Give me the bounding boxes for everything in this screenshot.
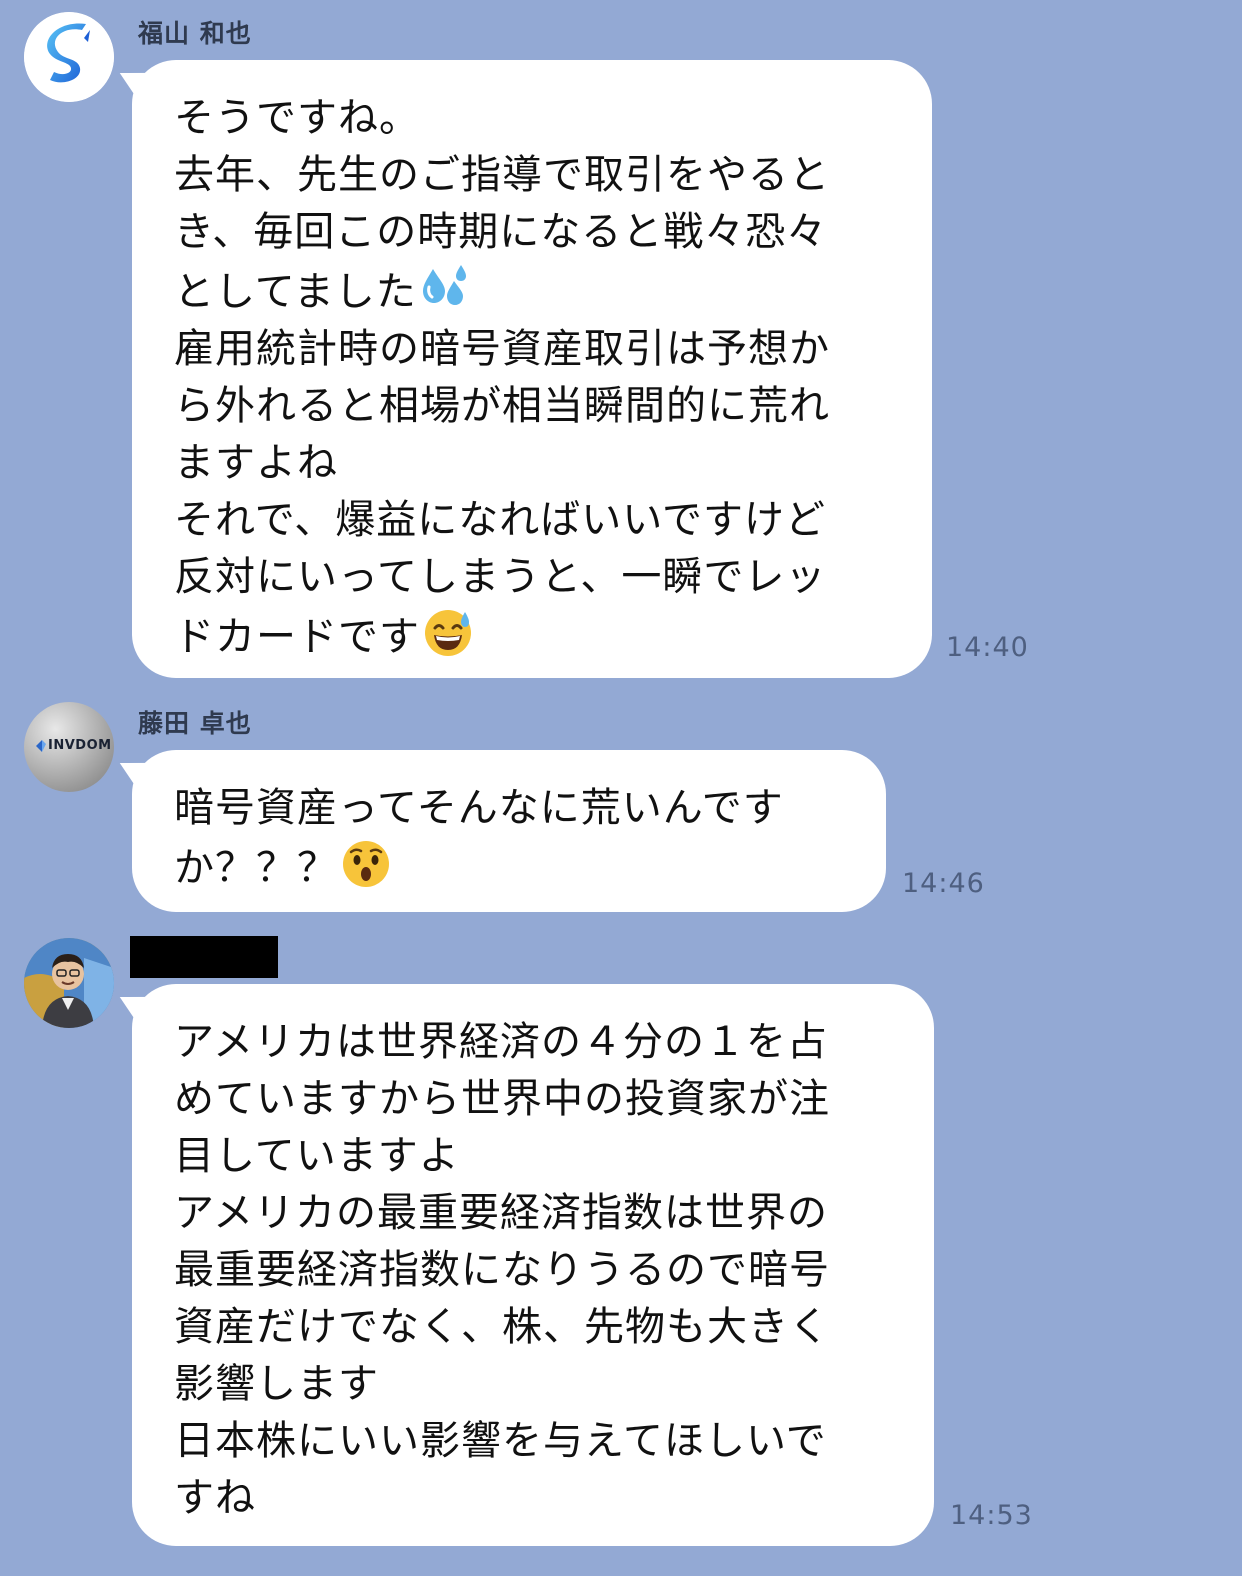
message-line: 目していますよ bbox=[174, 1133, 460, 1179]
avatar[interactable] bbox=[24, 938, 114, 1028]
message-line: 資産だけでなく、株、先物も大きく bbox=[174, 1304, 830, 1350]
avatar[interactable] bbox=[24, 12, 114, 102]
message-line: それで、爆益になればいいですけど bbox=[174, 497, 826, 543]
person-photo-icon bbox=[24, 938, 114, 1028]
message-timestamp: 14:46 bbox=[902, 868, 985, 899]
grinning-sweat-face-icon bbox=[425, 610, 471, 656]
message-line: ますよね bbox=[174, 440, 338, 486]
message-line: アメリカの最重要経済指数は世界の bbox=[174, 1190, 828, 1236]
message-line: き、毎回この時期になると戦々恐々 bbox=[174, 209, 828, 255]
message-line: 影響します bbox=[174, 1361, 379, 1407]
sender-name: 藤田 卓也 bbox=[138, 709, 252, 738]
message-line: 暗号資産ってそんなに荒いんです bbox=[174, 785, 784, 831]
sender-name: 福山 和也 bbox=[138, 19, 252, 48]
hushed-face-icon bbox=[343, 841, 389, 887]
message-bubble[interactable]: 暗号資産ってそんなに荒いんです か？？？ bbox=[112, 748, 886, 912]
message-line: 反対にいってしまうと、一瞬でレッ bbox=[174, 554, 827, 600]
message-line: めていますから世界中の投資家が注 bbox=[174, 1076, 830, 1122]
message-timestamp: 14:40 bbox=[946, 632, 1029, 663]
bubble-tail bbox=[112, 748, 154, 792]
bubble-tail bbox=[112, 58, 154, 102]
avatar[interactable]: INVDOM bbox=[24, 702, 114, 792]
message-line: としてました bbox=[174, 269, 417, 315]
message-line: 去年、先生のご指導で取引をやると bbox=[174, 152, 830, 198]
redacted-sender-name bbox=[130, 936, 278, 978]
message-line: 日本株にいい影響を与えてほしいで bbox=[174, 1418, 827, 1464]
message-line: そうですね。 bbox=[174, 95, 420, 141]
message-line-with-emoji: か？？？ bbox=[174, 837, 846, 897]
message-timestamp: 14:53 bbox=[950, 1500, 1033, 1531]
message-line: ドカードです bbox=[174, 614, 420, 660]
message-line: 最重要経済指数になりうるので暗号 bbox=[174, 1247, 830, 1293]
message-line: すね bbox=[174, 1475, 256, 1521]
message-bubble[interactable]: アメリカは世界経済の４分の１を占 めていますから世界中の投資家が注 目しています… bbox=[112, 982, 934, 1546]
message-line: 雇用統計時の暗号資産取引は予想か bbox=[174, 326, 830, 372]
message-line: か？？？ bbox=[174, 845, 338, 891]
blue-s-logo-icon bbox=[24, 12, 114, 102]
message-line-with-emoji: ドカードです bbox=[174, 606, 892, 666]
message-line-with-emoji: としてました bbox=[174, 261, 892, 321]
message-line: ら外れると相場が相当瞬間的に荒れ bbox=[174, 383, 830, 429]
message-line: アメリカは世界経済の４分の１を占 bbox=[174, 1019, 828, 1065]
message-bubble[interactable]: そうですね。 去年、先生のご指導で取引をやると き、毎回この時期になると戦々恐々… bbox=[112, 58, 932, 678]
bubble-tail bbox=[112, 982, 154, 1026]
avatar-logo-text: INVDOM bbox=[48, 738, 112, 753]
sweat-droplets-icon bbox=[422, 265, 466, 305]
